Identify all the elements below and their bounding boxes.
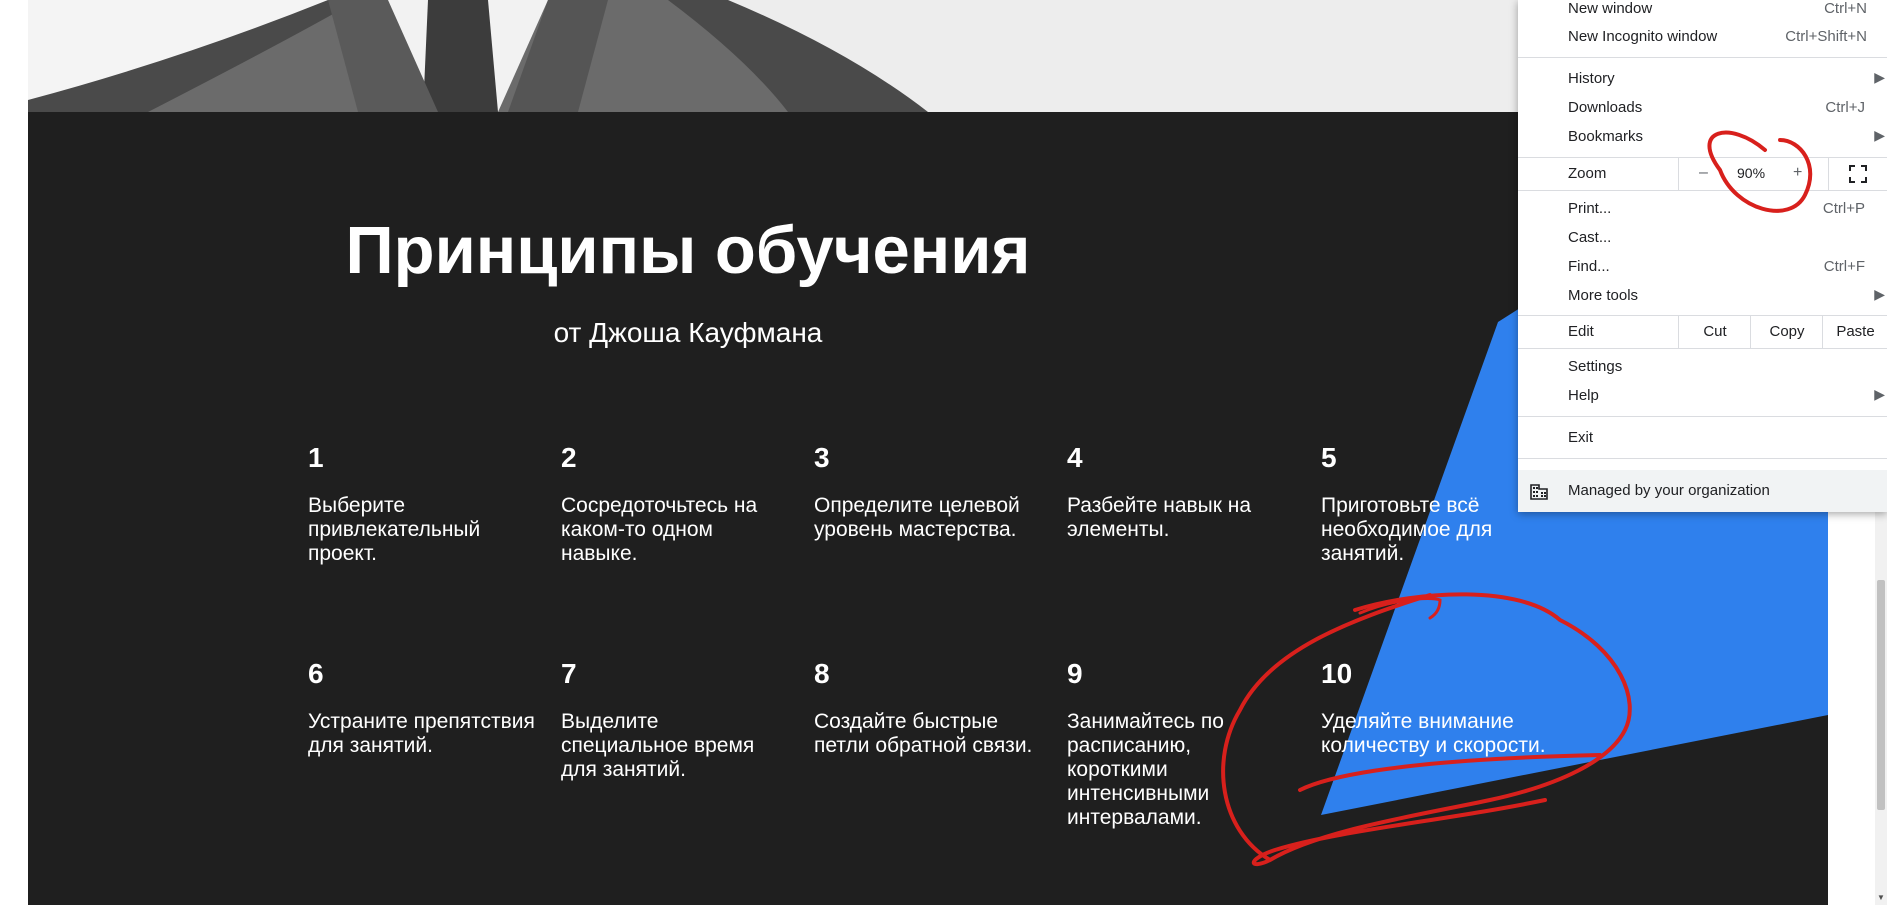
submenu-arrow-icon: ▶ <box>1874 286 1885 302</box>
page-left-margin <box>0 0 28 905</box>
zoom-out-button[interactable]: – <box>1699 164 1708 182</box>
principle-item: 6 Устраните препятствия для занятий. <box>308 658 538 758</box>
menu-item-label: Find... <box>1568 258 1610 275</box>
menu-divider <box>1518 416 1887 417</box>
principle-text: Уделяйте внимание количеству и скорости. <box>1321 710 1546 757</box>
menu-item-label: Help <box>1568 387 1599 404</box>
submenu-arrow-icon: ▶ <box>1874 127 1885 143</box>
principle-number: 1 <box>308 442 324 473</box>
principle-number: 5 <box>1321 442 1337 473</box>
menu-item-print[interactable]: Print... Ctrl+P <box>1518 194 1887 223</box>
principle-number: 8 <box>814 658 830 689</box>
principle-item: 4 Разбейте навык на элементы. <box>1067 442 1297 542</box>
menu-item-more-tools[interactable]: More tools ▶ <box>1518 281 1887 310</box>
principle-text: Определите целевой уровень мастерства. <box>814 494 1020 541</box>
principle-item: 3 Определите целевой уровень мастерства. <box>814 442 1044 542</box>
menu-item-find[interactable]: Find... Ctrl+F <box>1518 252 1887 281</box>
building-icon <box>1530 484 1548 500</box>
principle-number: 4 <box>1067 442 1083 473</box>
menu-zoom-row: Zoom – 90% + <box>1518 158 1887 190</box>
principle-number: 10 <box>1321 658 1353 689</box>
menu-item-settings[interactable]: Settings <box>1518 352 1887 381</box>
menu-item-shortcut: Ctrl+P <box>1822 200 1865 217</box>
menu-divider <box>1518 57 1887 58</box>
zoom-in-button[interactable]: + <box>1793 164 1802 182</box>
chrome-overflow-menu: New window Ctrl+N New Incognito window C… <box>1518 0 1887 512</box>
menu-item-label: Cast... <box>1568 229 1612 246</box>
zoom-label: Zoom <box>1568 165 1607 182</box>
copy-button[interactable]: Copy <box>1750 316 1823 348</box>
menu-divider <box>1518 190 1887 191</box>
principle-number: 7 <box>561 658 577 689</box>
principle-item: 10 Уделяйте внимание количеству и скорос… <box>1321 658 1551 758</box>
menu-item-history[interactable]: History ▶ <box>1518 64 1887 93</box>
principle-text: Сосредоточьтесь на каком-то одном навыке… <box>561 494 758 565</box>
menu-item-shortcut: Ctrl+F <box>1823 258 1865 275</box>
menu-edit-row: Edit Cut Copy Paste <box>1518 316 1887 348</box>
principle-number: 3 <box>814 442 830 473</box>
menu-item-shortcut: Ctrl+J <box>1825 99 1865 116</box>
principle-item: 8 Создайте быстрые петли обратной связи. <box>814 658 1044 758</box>
menu-item-label: History <box>1568 70 1615 87</box>
principle-item: 5 Приготовьте всё необходимое для заняти… <box>1321 442 1551 566</box>
submenu-arrow-icon: ▶ <box>1874 69 1885 85</box>
menu-divider <box>1518 458 1887 459</box>
zoom-level-value: 90% <box>1737 165 1766 181</box>
menu-item-new-incognito-window[interactable]: New Incognito window Ctrl+Shift+N <box>1518 22 1887 51</box>
menu-item-shortcut: Ctrl+Shift+N <box>1785 28 1867 45</box>
principle-item: 9 Занимайтесь по расписанию, короткими и… <box>1067 658 1297 830</box>
principle-number: 9 <box>1067 658 1083 689</box>
edit-label: Edit <box>1568 323 1594 340</box>
principle-number: 2 <box>561 442 577 473</box>
zoom-controls: – 90% + <box>1678 158 1829 190</box>
menu-item-cast[interactable]: Cast... <box>1518 223 1887 252</box>
menu-divider <box>1518 348 1887 349</box>
section-title: Принципы обучения <box>345 213 1031 288</box>
principle-text: Занимайтесь по расписанию, короткими инт… <box>1067 710 1224 829</box>
principle-text: Создайте быстрые петли обратной связи. <box>814 710 1033 757</box>
menu-item-exit[interactable]: Exit <box>1518 423 1887 452</box>
menu-item-label: Print... <box>1568 200 1612 217</box>
principle-item: 1 Выберите привлекательный проект. <box>308 442 538 566</box>
menu-item-label: More tools <box>1568 287 1639 304</box>
fullscreen-icon <box>1849 165 1867 183</box>
menu-item-shortcut: Ctrl+N <box>1824 0 1867 17</box>
principle-text: Выделите специальное время для занятий. <box>561 710 755 781</box>
scrollbar-thumb[interactable] <box>1877 580 1885 810</box>
cut-button[interactable]: Cut <box>1678 316 1751 348</box>
principle-text: Устраните препятствия для занятий. <box>308 710 535 757</box>
submenu-arrow-icon: ▶ <box>1874 386 1885 402</box>
menu-item-label: Bookmarks <box>1568 128 1644 145</box>
principle-item: 7 Выделите специальное время для занятий… <box>561 658 791 782</box>
menu-item-help[interactable]: Help ▶ <box>1518 381 1887 410</box>
principle-text: Разбейте навык на элементы. <box>1067 494 1252 541</box>
fullscreen-button[interactable] <box>1828 158 1887 190</box>
scroll-down-arrow-icon[interactable]: ▼ <box>1876 893 1886 903</box>
menu-item-label: Settings <box>1568 358 1623 375</box>
section-subtitle: от Джоша Кауфмана <box>553 317 823 348</box>
principle-item: 2 Сосредоточьтесь на каком-то одном навы… <box>561 442 791 566</box>
managed-label: Managed by your organization <box>1568 482 1770 499</box>
menu-item-bookmarks[interactable]: Bookmarks ▶ <box>1518 122 1887 151</box>
menu-item-label: New window <box>1568 0 1653 17</box>
menu-item-label: New Incognito window <box>1568 28 1718 45</box>
principle-text: Приготовьте всё необходимое для занятий. <box>1321 494 1493 565</box>
menu-item-new-window[interactable]: New window Ctrl+N <box>1518 0 1887 23</box>
menu-item-downloads[interactable]: Downloads Ctrl+J <box>1518 93 1887 122</box>
principle-text: Выберите привлекательный проект. <box>308 494 481 565</box>
principle-number: 6 <box>308 658 324 689</box>
menu-item-label: Downloads <box>1568 99 1643 116</box>
managed-by-organization[interactable]: Managed by your organization <box>1518 470 1887 512</box>
paste-button[interactable]: Paste <box>1822 316 1887 348</box>
menu-item-label: Exit <box>1568 429 1594 446</box>
